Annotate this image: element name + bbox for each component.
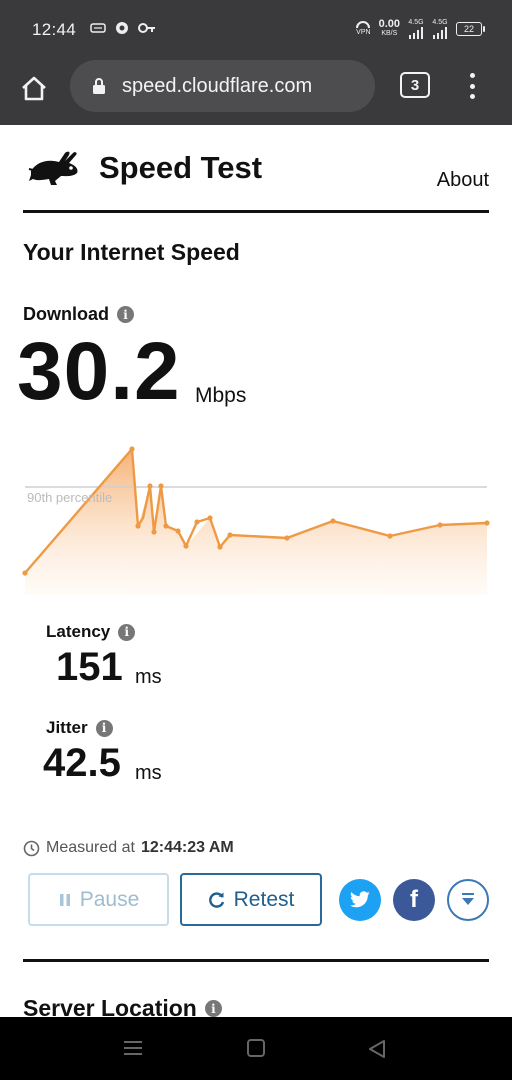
chart-point (22, 570, 28, 576)
section-title-internet-speed: Your Internet Speed (23, 239, 240, 265)
keyboard-icon (90, 23, 106, 33)
chart-point (387, 533, 393, 539)
system-navigation-bar (0, 1017, 512, 1080)
measured-prefix: Measured at (46, 839, 135, 856)
signal-1-label: 4.5G (408, 19, 424, 26)
jitter-label: Jitter (46, 718, 88, 737)
chart-point (484, 520, 490, 526)
chart-point (151, 529, 157, 535)
info-icon[interactable]: i (204, 1000, 222, 1017)
download-results-button[interactable] (447, 879, 489, 921)
recents-menu-icon[interactable] (122, 1039, 144, 1057)
latency-value: 151 (56, 645, 123, 689)
key-icon (138, 23, 155, 33)
status-notification-icons (90, 21, 156, 35)
network-speed-value: 0.00 (378, 17, 400, 30)
chart-point (194, 519, 200, 525)
vpn-label: VPN (356, 29, 371, 36)
signal-bars-icon (433, 27, 447, 39)
lock-icon (93, 78, 105, 94)
latency-unit: ms (135, 666, 162, 688)
measured-at: Measured at 12:44:23 AM (23, 839, 234, 857)
download-label: Download (23, 304, 109, 324)
facebook-icon: f (410, 886, 418, 913)
network-speed-unit: KB/S (381, 29, 398, 37)
jitter-value: 42.5 (43, 741, 121, 785)
chart-point (147, 483, 153, 489)
section-divider (23, 959, 489, 962)
status-time: 12:44 (32, 20, 77, 39)
signal-bars-icon (409, 27, 423, 39)
menu-dot (469, 73, 475, 78)
share-twitter-button[interactable] (339, 879, 381, 921)
site-title: Speed Test (99, 150, 263, 185)
signal-2: 4.5G (432, 18, 448, 39)
more-menu-button[interactable] (462, 70, 482, 102)
menu-dot (469, 94, 475, 99)
download-speed-unit: Mbps (195, 384, 247, 407)
latency-label-row: Latency i (46, 622, 136, 642)
signal-2-label: 4.5G (432, 19, 448, 26)
download-speed-chart (22, 446, 490, 595)
battery-icon: 22 (456, 21, 485, 36)
download-speed-value: 30.2 (17, 326, 181, 417)
site-header: Speed Test About (23, 145, 489, 213)
home-button[interactable] (14, 68, 54, 108)
home-nav-icon[interactable] (246, 1039, 266, 1057)
chart-point (175, 528, 181, 534)
percentile-label: 90th percentile (27, 490, 113, 505)
refresh-icon (208, 891, 224, 908)
twitter-icon (350, 891, 370, 908)
pause-label: Pause (79, 887, 140, 911)
browser-toolbar: speed.cloudflare.com 3 (0, 60, 512, 125)
chart-area-fill (25, 449, 487, 595)
info-icon[interactable]: i (95, 719, 113, 737)
share-facebook-button[interactable]: f (393, 879, 435, 921)
chart-point (207, 515, 213, 521)
info-icon[interactable]: i (118, 623, 136, 641)
status-bar: 12:44 VPN 0.00 KB/S 4.5G 4.5G 22 (0, 0, 512, 60)
info-icon[interactable]: i (117, 306, 134, 323)
back-nav-icon[interactable] (367, 1039, 387, 1059)
server-location-label: Server Location (23, 995, 197, 1017)
chart-point (217, 544, 223, 550)
battery-level: 22 (463, 23, 474, 34)
url-text: speed.cloudflare.com (122, 74, 313, 97)
chart-point (158, 483, 164, 489)
tab-switcher-button[interactable]: 3 (400, 72, 430, 98)
retest-button[interactable]: Retest (180, 873, 322, 926)
pause-button[interactable]: Pause (28, 873, 169, 926)
chart-point (227, 532, 233, 538)
chart-point (135, 523, 141, 529)
latency-label: Latency (46, 622, 111, 641)
jitter-unit: ms (135, 762, 162, 784)
download-icon (462, 893, 474, 905)
server-location-title: Server Location i (23, 995, 222, 1017)
vpn-icon (356, 21, 371, 28)
network-speed: 0.00 KB/S (378, 17, 400, 38)
status-system-icons: VPN 0.00 KB/S 4.5G 4.5G 22 (356, 17, 485, 39)
chart-point (437, 522, 443, 528)
chart-point (330, 518, 336, 524)
about-link[interactable]: About (437, 169, 489, 192)
rabbit-logo-icon[interactable] (27, 147, 83, 187)
chart-point (284, 535, 290, 541)
jitter-label-row: Jitter i (46, 718, 113, 738)
menu-dot (469, 83, 475, 89)
signal-1: 4.5G (408, 18, 424, 39)
address-bar[interactable]: speed.cloudflare.com (70, 60, 375, 112)
clock-icon (23, 840, 40, 856)
chrome-icon (116, 22, 128, 34)
page-content: Speed Test About Your Internet Speed Dow… (0, 125, 512, 1017)
download-label-row: Download i (23, 304, 134, 325)
chart-point (129, 446, 135, 452)
chart-point (163, 523, 169, 529)
home-icon (22, 76, 46, 101)
vpn-indicator: VPN (356, 20, 371, 37)
pause-icon (59, 893, 70, 906)
measured-time: 12:44:23 AM (140, 839, 234, 856)
chart-point (183, 543, 189, 549)
retest-label: Retest (233, 887, 295, 911)
